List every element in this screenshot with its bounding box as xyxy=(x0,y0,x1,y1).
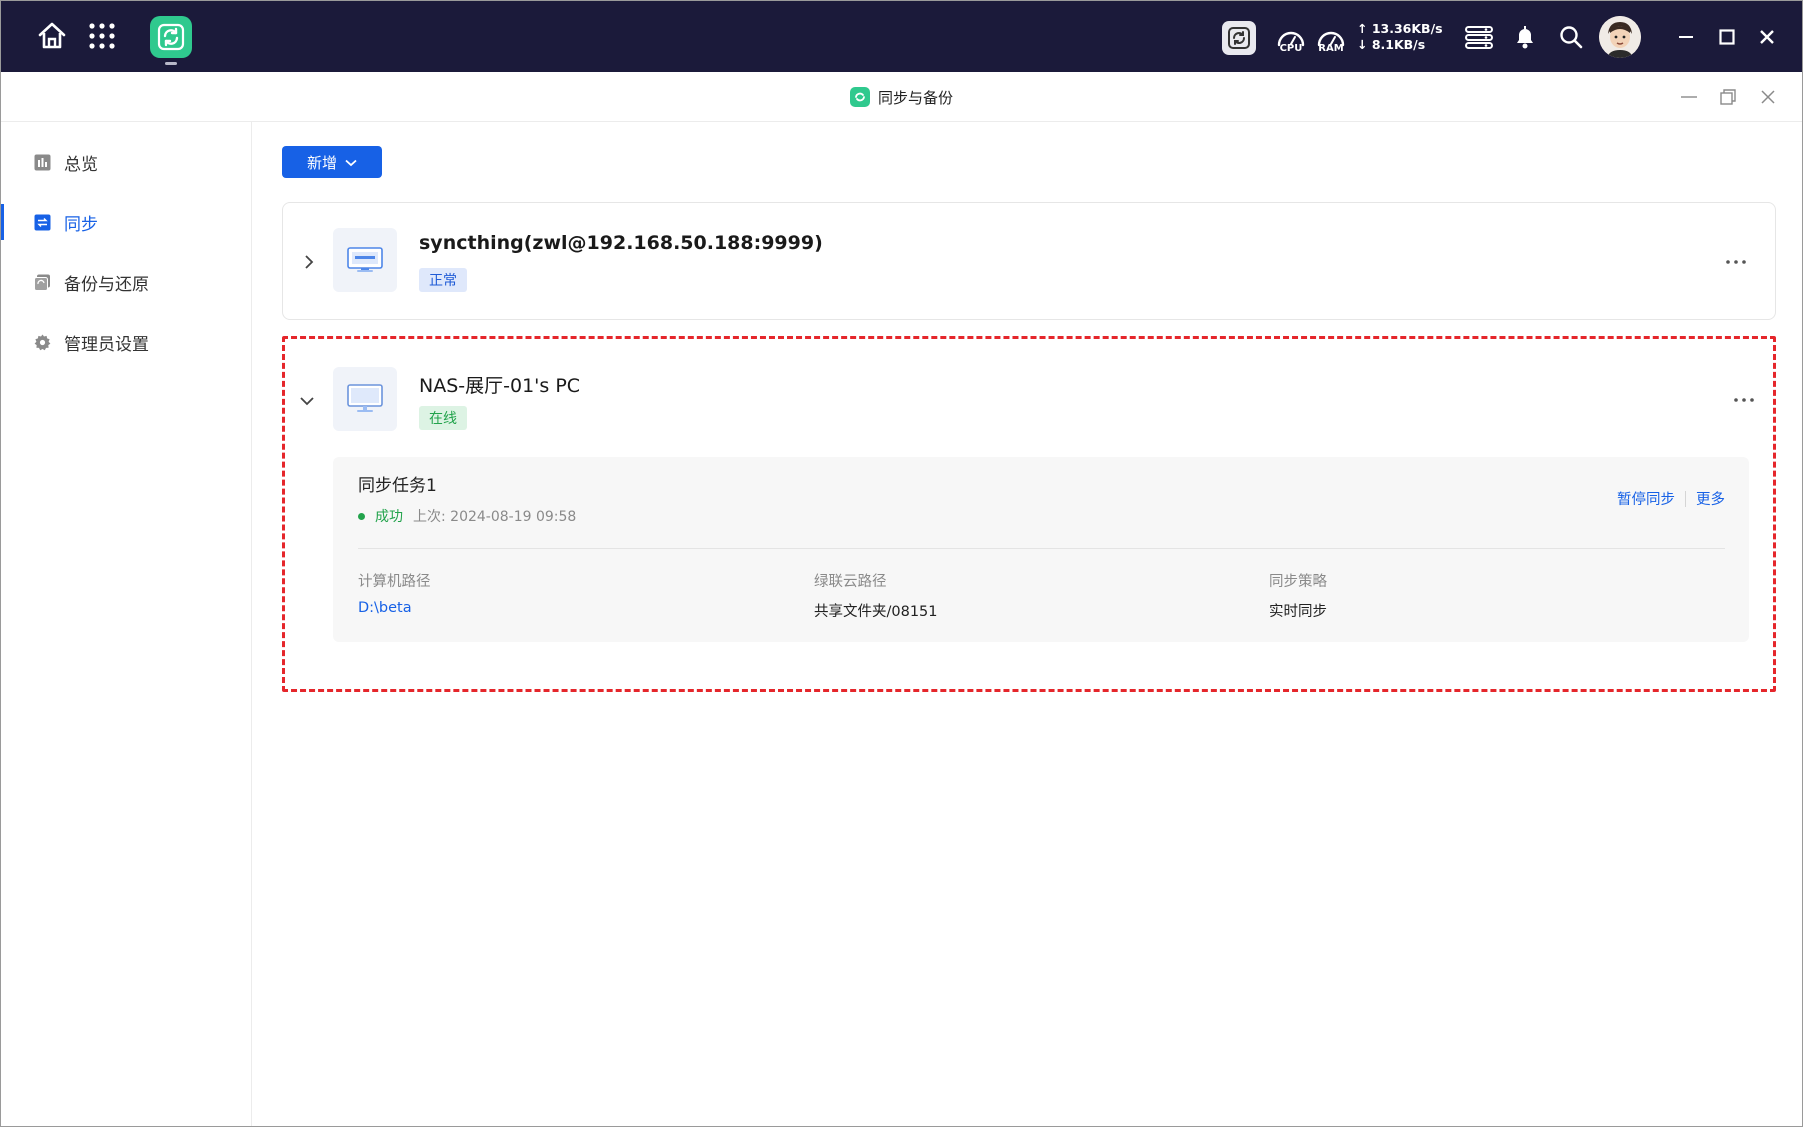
collapse-chevron-down-icon[interactable] xyxy=(295,389,319,413)
active-app-indicator xyxy=(165,62,177,65)
more-options-icon[interactable] xyxy=(1721,250,1751,274)
more-link[interactable]: 更多 xyxy=(1696,488,1725,509)
add-button[interactable]: 新增 xyxy=(282,146,382,178)
download-speed: ↓ 8.1KB/s xyxy=(1357,37,1426,52)
sync-task-panel: 同步任务1 成功 上次: 2024-08-19 09:58 暂停同步 更多 计算… xyxy=(333,457,1749,642)
sidebar-item-label: 管理员设置 xyxy=(64,334,149,355)
monitor-icon xyxy=(333,367,397,431)
sync-status-icon[interactable] xyxy=(1222,21,1256,55)
more-options-icon[interactable] xyxy=(1729,388,1759,412)
bell-icon[interactable] xyxy=(1509,19,1541,55)
status-badge: 在线 xyxy=(419,406,467,430)
expand-chevron-right-icon[interactable] xyxy=(297,250,321,274)
task-actions: 暂停同步 更多 xyxy=(1617,488,1725,509)
sidebar-item-sync[interactable]: 同步 xyxy=(1,200,251,244)
cloud-path-value: 共享文件夹/08151 xyxy=(814,604,938,620)
task-last-run: 上次: 2024-08-19 09:58 xyxy=(413,509,577,525)
maximize-icon[interactable] xyxy=(1710,21,1744,53)
sidebar-item-label: 备份与还原 xyxy=(64,274,149,295)
sync-app-icon[interactable] xyxy=(150,16,192,58)
apps-grid-icon[interactable] xyxy=(85,19,119,53)
app-title-bar: 同步与备份 xyxy=(1,72,1802,122)
cloud-path-label: 绿联云路径 xyxy=(814,574,887,590)
sidebar-item-label: 总览 xyxy=(64,154,98,175)
close-icon[interactable] xyxy=(1750,21,1784,53)
sync-strategy-label: 同步策略 xyxy=(1269,574,1327,590)
ram-gauge-icon[interactable]: RAM xyxy=(1314,21,1348,55)
upload-speed: ↑ 13.36KB/s xyxy=(1357,21,1443,36)
window-minimize-icon[interactable] xyxy=(1676,84,1702,110)
cpu-label: CPU xyxy=(1279,43,1303,54)
window-title: 同步与备份 xyxy=(850,85,953,109)
device-card: syncthing(zwl@192.168.50.188:9999) 正常 xyxy=(282,202,1776,320)
screen: CPU RAM ↑ 13.36KB/s ↓ 8.1KB/s 同步与备份 总览 同… xyxy=(0,0,1803,1127)
nas-device-icon xyxy=(333,228,397,292)
task-name: 同步任务1 xyxy=(358,476,437,496)
chevron-down-icon xyxy=(345,153,357,171)
computer-path-link[interactable]: D:\beta xyxy=(358,600,431,616)
success-dot-icon xyxy=(358,512,365,520)
sidebar-item-label: 同步 xyxy=(64,214,98,235)
sync-icon xyxy=(33,213,51,231)
action-divider xyxy=(1685,490,1686,507)
pause-sync-link[interactable]: 暂停同步 xyxy=(1617,488,1675,509)
window-close-icon[interactable] xyxy=(1755,84,1781,110)
window-title-text: 同步与备份 xyxy=(878,88,954,107)
computer-path-field: 计算机路径 D:\beta xyxy=(358,570,431,616)
home-icon[interactable] xyxy=(33,17,71,55)
device-card-highlighted: NAS-展厅-01's PC 在线 同步任务1 成功 上次: 2024-08-1… xyxy=(282,336,1776,692)
add-button-label: 新增 xyxy=(306,153,337,172)
cloud-path-field: 绿联云路径 共享文件夹/08151 xyxy=(814,570,938,621)
os-top-bar: CPU RAM ↑ 13.36KB/s ↓ 8.1KB/s xyxy=(1,1,1802,72)
device-name: syncthing(zwl@192.168.50.188:9999) xyxy=(419,232,823,254)
device-name: NAS-展厅-01's PC xyxy=(419,375,581,397)
sidebar: 总览 同步 备份与还原 管理员设置 xyxy=(1,122,252,1126)
task-status: 成功 上次: 2024-08-19 09:58 xyxy=(358,506,576,526)
window-restore-icon[interactable] xyxy=(1715,84,1741,110)
search-icon[interactable] xyxy=(1554,19,1588,55)
sync-app-logo-icon xyxy=(850,87,870,107)
avatar[interactable] xyxy=(1599,16,1641,58)
status-badge: 正常 xyxy=(419,268,467,292)
sidebar-item-overview[interactable]: 总览 xyxy=(1,140,251,184)
chart-icon xyxy=(33,153,51,171)
network-speed[interactable]: ↑ 13.36KB/s ↓ 8.1KB/s xyxy=(1357,21,1443,53)
minimize-icon[interactable] xyxy=(1669,21,1703,53)
task-result: 成功 xyxy=(375,509,403,525)
backup-icon xyxy=(33,273,51,291)
ram-label: RAM xyxy=(1318,43,1344,54)
computer-path-label: 计算机路径 xyxy=(358,574,431,590)
cpu-gauge-icon[interactable]: CPU xyxy=(1274,21,1308,55)
sidebar-item-backup[interactable]: 备份与还原 xyxy=(1,260,251,304)
task-manager-icon[interactable] xyxy=(1461,21,1497,53)
sync-strategy-value: 实时同步 xyxy=(1269,604,1327,620)
sidebar-item-admin-settings[interactable]: 管理员设置 xyxy=(1,320,251,364)
divider xyxy=(358,548,1725,549)
sync-strategy-field: 同步策略 实时同步 xyxy=(1269,570,1327,621)
gear-icon xyxy=(33,333,51,351)
